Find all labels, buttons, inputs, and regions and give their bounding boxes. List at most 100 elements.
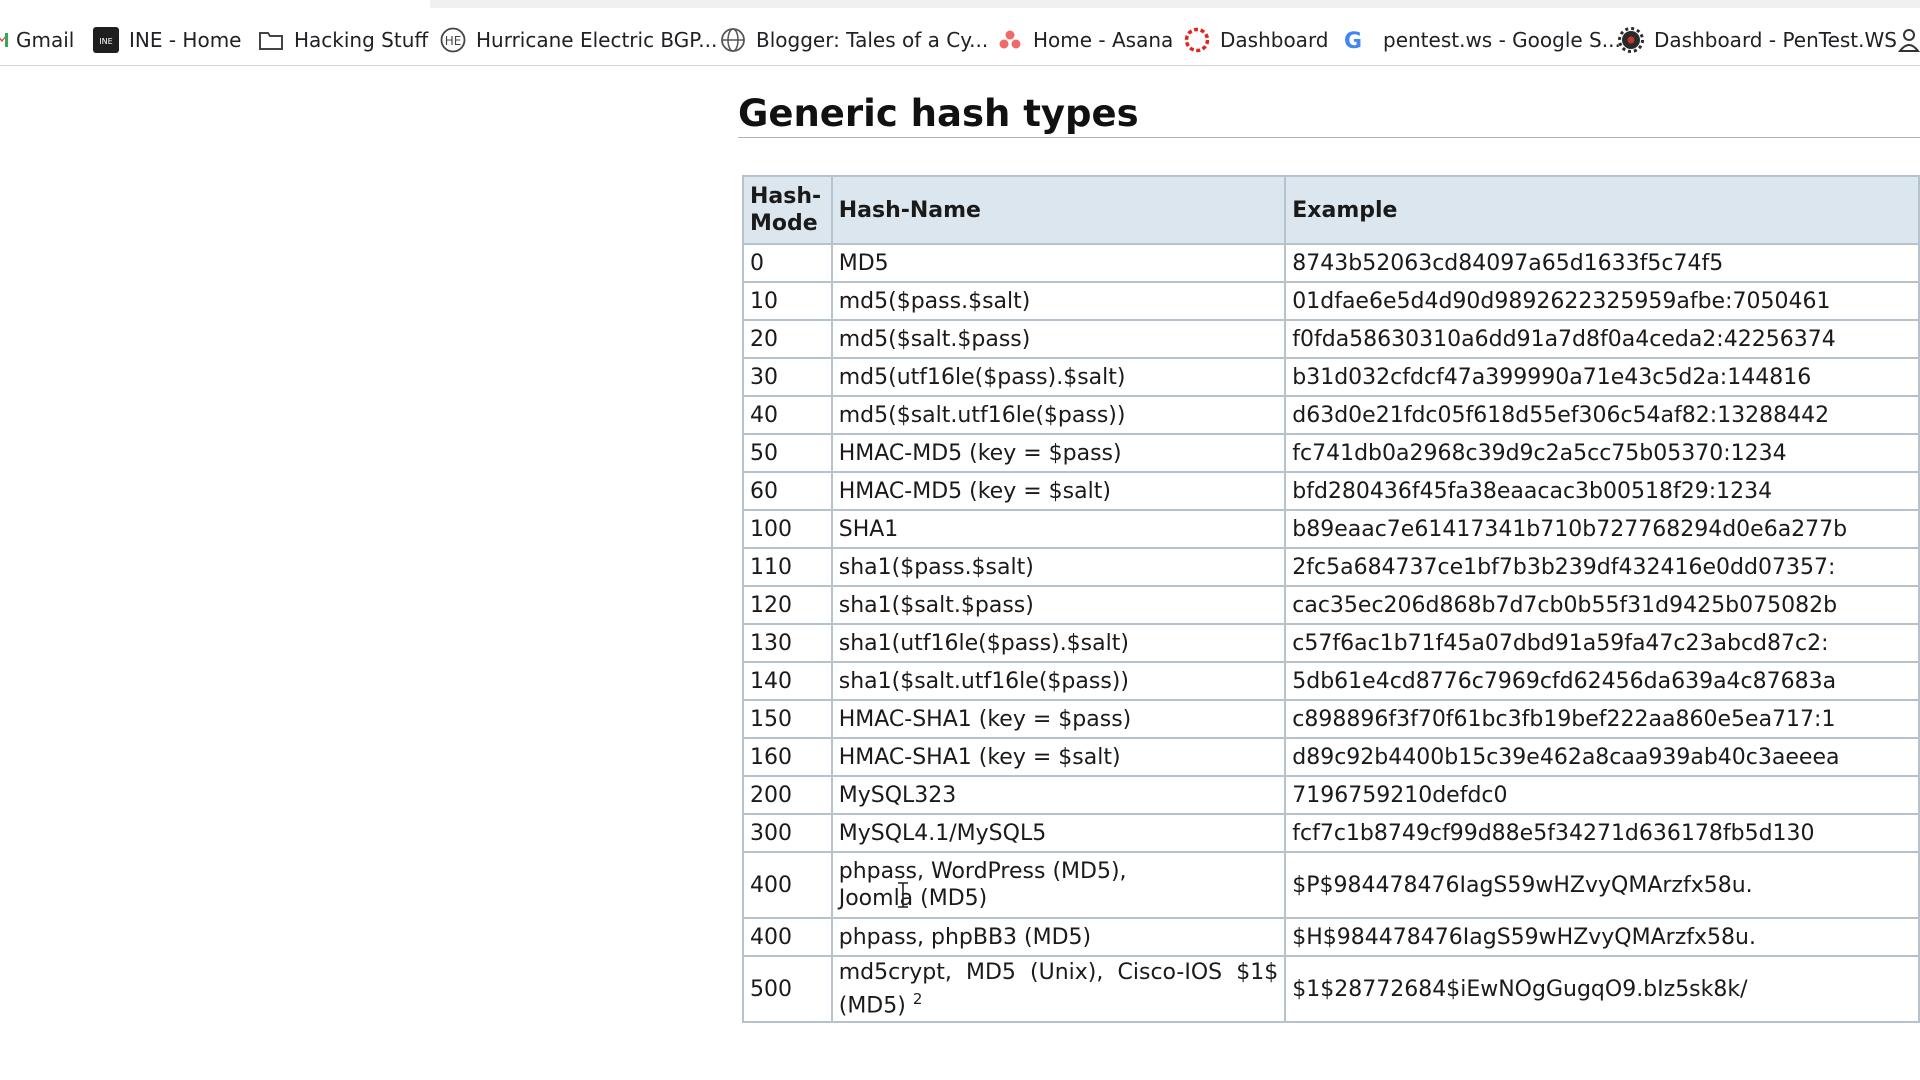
google-icon: G	[1341, 27, 1367, 54]
cell-example: bfd280436f45fa38eaacac3b00518f29:1234	[1284, 471, 1920, 511]
dashboard-icon	[1184, 27, 1210, 53]
table-row: 100 SHA1 b89eaac7e61417341b710b727768294d0…	[742, 509, 1920, 549]
cell-mode: 400	[742, 917, 833, 957]
bookmark-label: Home - Asana	[1033, 28, 1174, 52]
he-icon: HE	[440, 27, 466, 53]
svg-text:HE: HE	[445, 34, 462, 48]
cell-mode: 20	[742, 319, 833, 359]
svg-text:G: G	[1344, 29, 1362, 53]
text-cursor-icon	[896, 882, 910, 908]
cell-mode: 60	[742, 471, 833, 511]
bookmark-asana[interactable]: Home - Asana	[997, 24, 1173, 56]
table-header-row: Hash-Mode Hash-Name Example	[742, 175, 1920, 245]
folder-icon	[258, 27, 284, 53]
cell-mode: 120	[742, 585, 833, 625]
cell-mode: 140	[742, 661, 833, 701]
bookmark-hacking-stuff[interactable]: Hacking Stuff	[258, 24, 428, 56]
table-row: 150 HMAC-SHA1 (key = $pass) c898896f3f70f6…	[742, 699, 1920, 739]
cell-example: $P$984478476IagS59wHZvyQMArzfx58u.	[1284, 851, 1920, 919]
cell-name-line1: phpass, WordPress (MD5),	[838, 859, 1127, 884]
header-hash-mode: Hash-Mode	[742, 175, 833, 245]
ine-icon: INE	[93, 27, 119, 53]
cell-example: $1$28772684$iEwNOgGugqO9.bIz5sk8k/	[1284, 955, 1920, 1023]
tab-strip-edge	[430, 0, 1920, 8]
cell-example: fcf7c1b8749cf99d88e5f34271d636178fb5d130	[1284, 813, 1920, 853]
cell-example: $H$984478476IagS59wHZvyQMArzfx58u.	[1284, 917, 1920, 957]
cell-example: b31d032cfdcf47a399990a71e43c5d2a:144816	[1284, 357, 1920, 397]
cell-example: f0fda58630310a6dd91a7d8f0a4ceda2:4225637…	[1284, 319, 1920, 359]
bookmark-gmail[interactable]: Gmail	[0, 24, 74, 56]
globe-icon	[720, 27, 746, 53]
table-row: 20 md5($salt.$pass) f0fda58630310a6dd91a7d…	[742, 319, 1920, 359]
table-row: 40 md5($salt.utf16le($pass)) d63d0e21fdc05…	[742, 395, 1920, 435]
cell-example: fc741db0a2968c39d9c2a5cc75b05370:1234	[1284, 433, 1920, 473]
bookmark-label: Hurricane Electric BGP...	[476, 28, 718, 52]
cell-mode: 50	[742, 433, 833, 473]
cell-example: 5db61e4cd8776c7969cfd62456da639a4c87683a	[1284, 661, 1920, 701]
person-icon	[1896, 27, 1920, 53]
table-row: 60 HMAC-MD5 (key = $salt) bfd280436f45fa38…	[742, 471, 1920, 511]
cell-example: d63d0e21fdc05f618d55ef306c54af82:1328844…	[1284, 395, 1920, 435]
cell-mode: 130	[742, 623, 833, 663]
bookmark-label: pentest.ws - Google S...	[1383, 28, 1621, 52]
cell-name: SHA1	[830, 509, 1287, 549]
cell-name: MD5	[830, 243, 1287, 283]
table-row: 0 MD5 8743b52063cd84097a65d1633f5c74f5	[742, 243, 1920, 283]
footnote-link[interactable]: 2	[913, 990, 923, 1008]
cell-name: sha1($pass.$salt)	[830, 547, 1287, 587]
bookmark-label: Dashboard	[1220, 28, 1329, 52]
bookmark-blogger[interactable]: Blogger: Tales of a Cy...	[720, 24, 988, 56]
cell-name: md5($salt.$pass)	[830, 319, 1287, 359]
cell-mode: 10	[742, 281, 833, 321]
cell-mode: 400	[742, 851, 833, 919]
cell-name-text: md5crypt, MD5 (Unix), Cisco-IOS $1$ (MD5…	[838, 959, 1279, 1019]
bookmark-hurricane-electric[interactable]: HE Hurricane Electric BGP...	[440, 24, 717, 56]
table-row: 50 HMAC-MD5 (key = $pass) fc741db0a2968c39…	[742, 433, 1920, 473]
cell-name: sha1(utf16le($pass).$salt)	[830, 623, 1287, 663]
bookmark-dashboard[interactable]: Dashboard	[1184, 24, 1329, 56]
cell-name-line2: Joomla (MD5)	[838, 886, 988, 911]
cell-example: c57f6ac1b71f45a07dbd91a59fa47c23abcd87c2…	[1284, 623, 1920, 663]
table-row: 400 phpass, phpBB3 (MD5) $H$984478476IagS5…	[742, 917, 1920, 957]
cell-example: 8743b52063cd84097a65d1633f5c74f5	[1284, 243, 1920, 283]
cell-name: md5($salt.utf16le($pass))	[830, 395, 1287, 435]
cell-name: md5($pass.$salt)	[830, 281, 1287, 321]
bookmark-pentestws-dashboard[interactable]: Dashboard - PenTest.WS	[1618, 24, 1897, 56]
cell-name: HMAC-MD5 (key = $pass)	[830, 433, 1287, 473]
cell-mode: 100	[742, 509, 833, 549]
cell-example: 01dfae6e5d4d90d9892622325959afbe:7050461	[1284, 281, 1920, 321]
cell-name: md5crypt, MD5 (Unix), Cisco-IOS $1$ (MD5…	[830, 955, 1287, 1023]
bookmark-pentest-google-sheet[interactable]: G pentest.ws - Google S...	[1341, 24, 1621, 56]
bookmarks-bar: Gmail INE INE - Home Hacking Stuff HE Hu…	[0, 0, 1920, 66]
cell-example: d89c92b4400b15c39e462a8caa939ab40c3aeeea	[1284, 737, 1920, 777]
bookmark-overflow[interactable]	[1896, 24, 1920, 56]
bookmark-label: Gmail	[16, 28, 75, 52]
table-row: 120 sha1($salt.$pass) cac35ec206d868b7d7cb…	[742, 585, 1920, 625]
gmail-icon	[0, 27, 8, 53]
table-row: 400 phpass, WordPress (MD5), Joomla (MD5)…	[742, 851, 1920, 919]
cell-mode: 110	[742, 547, 833, 587]
table-row: 160 HMAC-SHA1 (key = $salt) d89c92b4400b15…	[742, 737, 1920, 777]
cell-mode: 160	[742, 737, 833, 777]
cell-mode: 200	[742, 775, 833, 815]
bookmark-label: INE - Home	[129, 28, 242, 52]
cell-name: md5(utf16le($pass).$salt)	[830, 357, 1287, 397]
cell-name: HMAC-MD5 (key = $salt)	[830, 471, 1287, 511]
cell-example: 7196759210defdc0	[1284, 775, 1920, 815]
header-hash-name: Hash-Name	[830, 175, 1287, 245]
title-divider	[738, 137, 1920, 138]
table-row: 30 md5(utf16le($pass).$salt) b31d032cfdcf4…	[742, 357, 1920, 397]
bookmark-ine-home[interactable]: INE INE - Home	[93, 24, 242, 56]
table-row: 200 MySQL323 7196759210defdc0	[742, 775, 1920, 815]
cell-mode: 150	[742, 699, 833, 739]
cell-name: sha1($salt.$pass)	[830, 585, 1287, 625]
cell-mode: 30	[742, 357, 833, 397]
cell-name: sha1($salt.utf16le($pass))	[830, 661, 1287, 701]
table-row: 500 md5crypt, MD5 (Unix), Cisco-IOS $1$ …	[742, 955, 1920, 1023]
bookmark-label: Blogger: Tales of a Cy...	[756, 28, 989, 52]
asana-icon	[997, 27, 1023, 53]
table-row: 130 sha1(utf16le($pass).$salt) c57f6ac1b71…	[742, 623, 1920, 663]
hash-types-table: Hash-Mode Hash-Name Example 0 MD5 8743b520…	[742, 175, 1920, 1023]
cell-name: HMAC-SHA1 (key = $salt)	[830, 737, 1287, 777]
cell-mode: 40	[742, 395, 833, 435]
